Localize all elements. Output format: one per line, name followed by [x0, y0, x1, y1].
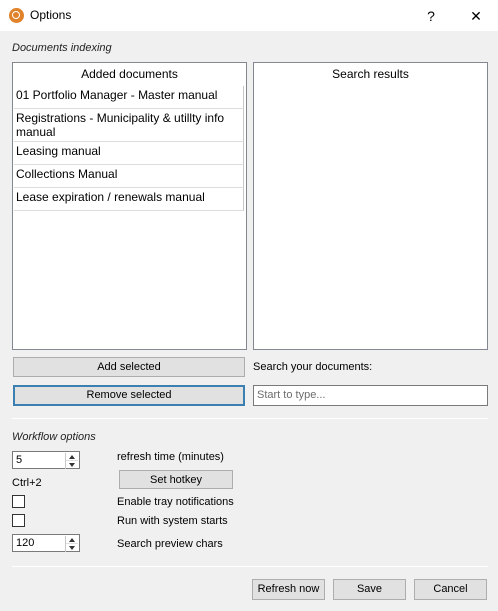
- refresh-now-button[interactable]: Refresh now: [252, 579, 325, 600]
- arrow-up-icon: [69, 455, 75, 459]
- documents-indexing-label: Documents indexing: [12, 42, 112, 54]
- spin-arrows: [65, 453, 78, 469]
- set-hotkey-button[interactable]: Set hotkey: [119, 470, 233, 489]
- refresh-time-spinbox[interactable]: 5: [12, 451, 80, 469]
- run-with-system-checkbox[interactable]: [12, 514, 25, 527]
- remove-selected-button[interactable]: Remove selected: [13, 385, 245, 406]
- search-placeholder: Start to type...: [257, 389, 326, 401]
- list-item-label: Registrations - Municipality & utillty i…: [16, 111, 225, 139]
- list-item[interactable]: Lease expiration / renewals manual: [14, 188, 244, 211]
- list-item-label: Collections Manual: [16, 167, 118, 181]
- close-icon: ✕: [470, 8, 482, 24]
- divider: [12, 418, 488, 419]
- tray-notifications-checkbox[interactable]: [12, 495, 25, 508]
- hotkey-text: Ctrl+2: [12, 477, 42, 489]
- add-selected-button[interactable]: Add selected: [13, 357, 245, 377]
- spin-down-button[interactable]: [66, 461, 78, 469]
- spin-down-button[interactable]: [66, 544, 78, 552]
- preview-chars-spinbox[interactable]: 120: [12, 534, 80, 552]
- close-button[interactable]: ✕: [462, 5, 490, 27]
- refresh-time-label: refresh time (minutes): [117, 451, 224, 463]
- search-results-header: Search results: [332, 67, 409, 81]
- run-with-system-label: Run with system starts: [117, 515, 228, 527]
- list-item[interactable]: Collections Manual: [14, 165, 244, 188]
- list-item[interactable]: 01 Portfolio Manager - Master manual: [14, 86, 244, 109]
- list-item-label: 01 Portfolio Manager - Master manual: [16, 88, 218, 102]
- preview-chars-label: Search preview chars: [117, 538, 223, 550]
- preview-chars-value: 120: [16, 537, 35, 549]
- arrow-up-icon: [69, 538, 75, 542]
- list-item[interactable]: Leasing manual: [14, 142, 244, 165]
- added-documents-list[interactable]: Added documents 01 Portfolio Manager - M…: [12, 62, 247, 350]
- search-results-list[interactable]: Search results: [253, 62, 488, 350]
- spin-up-button[interactable]: [66, 453, 78, 461]
- arrow-down-icon: [69, 546, 75, 550]
- search-input[interactable]: Start to type...: [253, 385, 488, 406]
- arrow-down-icon: [69, 463, 75, 467]
- list-item-label: Leasing manual: [16, 144, 101, 158]
- refresh-time-value: 5: [16, 454, 23, 466]
- window-title: Options: [30, 8, 72, 22]
- list-item-label: Lease expiration / renewals manual: [16, 190, 205, 204]
- help-button[interactable]: ?: [418, 5, 444, 27]
- save-button[interactable]: Save: [333, 579, 406, 600]
- app-logo-icon: [9, 8, 24, 23]
- workflow-options-label: Workflow options: [12, 431, 96, 443]
- list-item[interactable]: Registrations - Municipality & utillty i…: [14, 109, 244, 142]
- tray-notifications-label: Enable tray notifications: [117, 496, 234, 508]
- divider: [12, 566, 488, 567]
- spin-up-button[interactable]: [66, 536, 78, 544]
- added-documents-header: Added documents: [81, 67, 178, 81]
- cancel-button[interactable]: Cancel: [414, 579, 487, 600]
- spin-arrows: [65, 536, 78, 552]
- search-documents-label: Search your documents:: [253, 361, 373, 373]
